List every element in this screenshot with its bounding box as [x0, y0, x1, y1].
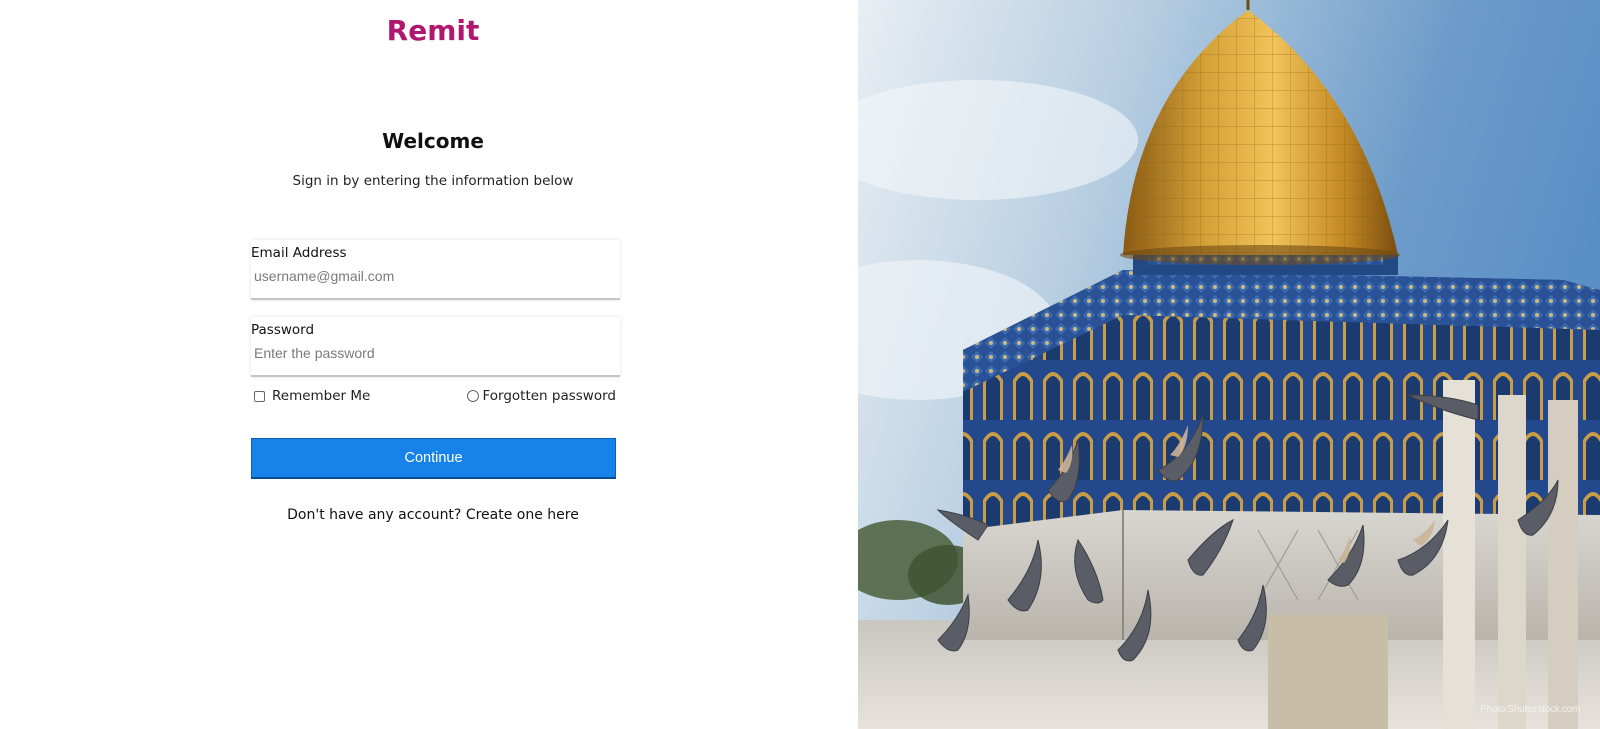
email-field[interactable]: Email Address — [251, 240, 620, 300]
signup-prompt-text: Don't have any account? — [287, 507, 462, 523]
login-panel: Remit Welcome Sign in by entering the in… — [0, 0, 858, 729]
password-input[interactable] — [252, 343, 616, 363]
forgotten-password-radio[interactable] — [467, 390, 480, 402]
password-field[interactable]: Password — [251, 317, 620, 377]
email-input[interactable] — [252, 266, 616, 286]
photo-credit: Photo:Shutterstock.com — [1480, 704, 1580, 715]
remember-me-label: Remember Me — [272, 388, 371, 404]
form-options: Remember Me Forgotten password — [254, 388, 620, 408]
hero-image: Photo:Shutterstock.com — [858, 0, 1600, 729]
page-title: Welcome — [382, 129, 484, 153]
forgotten-password-option[interactable]: Forgotten password — [467, 388, 616, 404]
login-page: Remit Welcome Sign in by entering the in… — [0, 0, 1600, 729]
remember-me-option[interactable]: Remember Me — [254, 388, 370, 404]
forgotten-password-label: Forgotten password — [482, 388, 616, 404]
continue-button[interactable]: Continue — [251, 438, 616, 479]
brand-logo[interactable]: Remit — [0, 14, 866, 47]
page-subtitle: Sign in by entering the information belo… — [292, 173, 574, 189]
remember-me-checkbox[interactable] — [254, 390, 265, 402]
create-account-link[interactable]: Create one here — [466, 507, 579, 523]
signup-prompt: Don't have any account? Create one here — [0, 507, 866, 523]
email-label: Email Address — [251, 245, 347, 261]
hero-photo-dome-of-the-rock — [858, 0, 1600, 729]
password-label: Password — [251, 322, 315, 338]
